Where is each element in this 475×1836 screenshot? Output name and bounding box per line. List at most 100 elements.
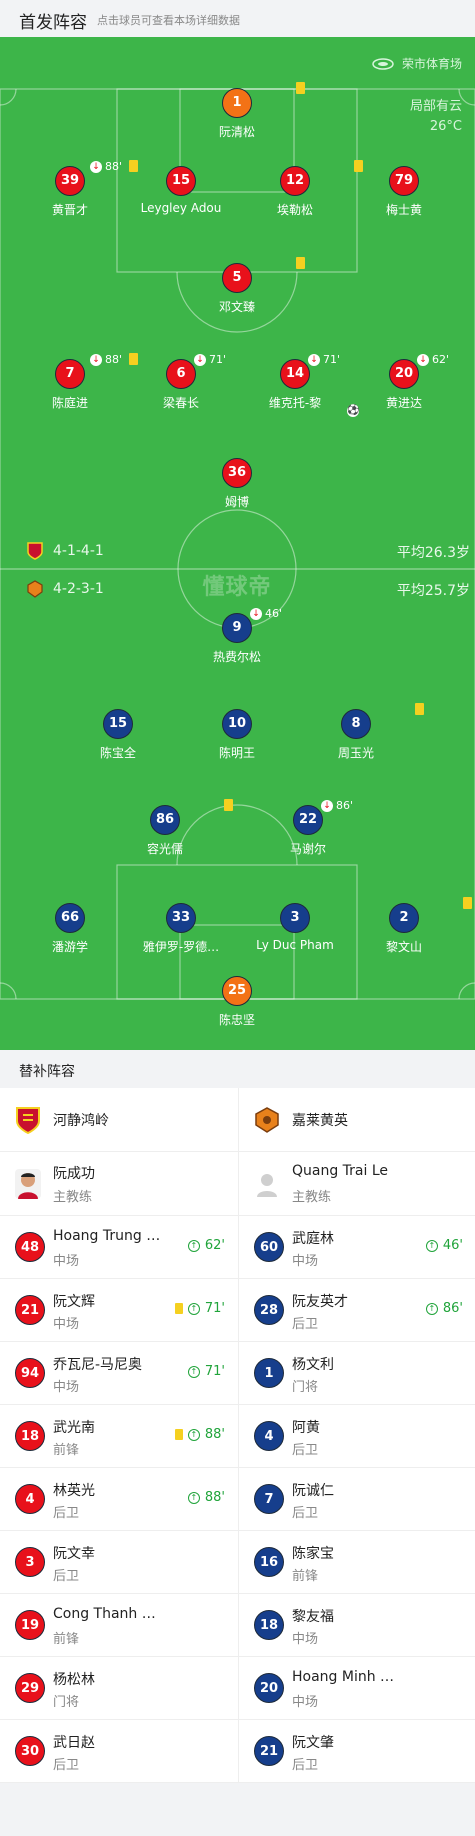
home-sub-player[interactable]: 48 Hoang Trung … 中场 ↑ 62' <box>0 1216 237 1278</box>
player-number-badge: 12 <box>280 166 310 196</box>
away-coach-role: 主教练 <box>292 1190 332 1205</box>
away-coach-name: Quang Trai Le <box>292 1163 389 1179</box>
pitch-player[interactable]: 39 ↓ 88' 黄晋才 <box>10 160 138 218</box>
sub-off-minute: 71' <box>323 353 341 366</box>
away-sub-player[interactable]: 20 Hoang Minh … 中场 <box>238 1657 475 1719</box>
pitch-player[interactable]: 1 阮清松 <box>177 82 305 140</box>
home-sub-player[interactable]: 30 武日赵 后卫 <box>0 1720 237 1782</box>
sub-player-name: 陈家宝 <box>292 1546 334 1562</box>
away-sub-player[interactable]: 1 杨文利 门将 <box>238 1342 475 1404</box>
sub-on-minute: 88' <box>204 1427 225 1442</box>
pitch-player[interactable]: 86 容光儒 <box>105 799 233 857</box>
sub-off-indicator: ↓ 62' <box>417 353 449 366</box>
away-sub-player[interactable]: 60 武庭林 中场 ↑ 46' <box>238 1216 475 1278</box>
player-name: 埃勒松 <box>276 203 313 217</box>
player-number-badge: 25 <box>222 976 252 1006</box>
sub-number-badge: 20 <box>254 1673 284 1703</box>
sub-player-position: 门将 <box>292 1380 319 1395</box>
player-number-badge: 39 <box>55 166 85 196</box>
home-sub-player[interactable]: 94 乔瓦尼-马尼奥 中场 ↑ 71' <box>0 1342 237 1404</box>
sub-player-position: 前锋 <box>292 1569 319 1584</box>
pitch-player[interactable]: 36 姆博 <box>177 458 297 510</box>
pitch-player[interactable]: 66 潘游学 <box>10 903 130 955</box>
sub-on-icon: ↑ <box>187 1302 200 1315</box>
pitch-player[interactable]: 33 雅伊罗-罗德… <box>121 903 241 955</box>
sub-on-minute: 71' <box>204 1364 225 1379</box>
home-sub-player[interactable]: 4 林英光 后卫 ↑ 88' <box>0 1468 237 1530</box>
pitch-player[interactable]: 9 ↓ 46' 热费尔松 <box>177 607 297 665</box>
player-name: 黄进达 <box>385 396 422 410</box>
away-sub-player[interactable]: 28 阮友英才 后卫 ↑ 86' <box>238 1279 475 1341</box>
home-sub-player[interactable]: 18 武光南 前锋 ↑ 88' <box>0 1405 237 1467</box>
sub-player-name: 阮文幸 <box>53 1546 95 1562</box>
player-number-badge: 15 <box>103 709 133 739</box>
sub-player-position: 前锋 <box>53 1443 80 1458</box>
away-sub-player[interactable]: 18 黎友福 中场 <box>238 1594 475 1656</box>
away-sub-player[interactable]: 16 陈家宝 前锋 <box>238 1531 475 1593</box>
subs-row: 18 武光南 前锋 ↑ 88' 4 阿黄 后卫 <box>0 1405 475 1468</box>
pitch-player[interactable]: 5 邓文臻 <box>177 257 305 315</box>
pitch-player[interactable]: 10 陈明王 <box>177 709 297 761</box>
sub-on-icon: ↑ <box>425 1302 438 1315</box>
player-name: 马谢尔 <box>289 842 326 856</box>
home-team-cell[interactable]: 河静鸿岭 <box>0 1088 237 1151</box>
pitch-player[interactable]: 15 陈宝全 <box>58 709 178 761</box>
sub-events: ↑ 46' <box>425 1238 463 1253</box>
pitch-player[interactable]: 15 Leygley Adou <box>121 166 241 215</box>
away-sub-player[interactable]: 21 阮文肇 后卫 <box>238 1720 475 1782</box>
subs-row: 94 乔瓦尼-马尼奥 中场 ↑ 71' 1 杨文利 门将 <box>0 1342 475 1405</box>
away-sub-player[interactable]: 7 阮诚仁 后卫 <box>238 1468 475 1530</box>
away-team-cell[interactable]: 嘉莱黄英 <box>238 1088 475 1151</box>
home-avg-age: 平均26.3岁 <box>396 545 470 561</box>
home-sub-player[interactable]: 29 杨松林 门将 <box>0 1657 237 1719</box>
player-name: 陈明王 <box>218 746 255 760</box>
sub-player-name: 乔瓦尼-马尼奥 <box>53 1357 143 1373</box>
sub-number-badge: 21 <box>254 1736 284 1766</box>
home-sub-player[interactable]: 21 阮文辉 中场 ↑ 71' <box>0 1279 237 1341</box>
away-formation-text: 4-2-3-1 <box>53 581 104 597</box>
sub-number-badge: 7 <box>254 1484 284 1514</box>
subs-row: 19 Cong Thanh … 前锋 18 黎友福 中场 <box>0 1594 475 1657</box>
yellow-card-icon <box>174 1303 183 1314</box>
pitch-player[interactable]: 12 埃勒松 <box>235 160 363 218</box>
sub-player-name: 阮文辉 <box>53 1294 95 1310</box>
pitch-player[interactable]: 7 ↓ 88' 陈庭进 <box>10 353 138 411</box>
sub-off-icon: ↓ <box>417 353 429 366</box>
sub-number-badge: 30 <box>15 1736 45 1766</box>
away-sub-player[interactable]: 4 阿黄 后卫 <box>238 1405 475 1467</box>
player-name: 黄晋才 <box>51 203 88 217</box>
home-sub-player[interactable]: 19 Cong Thanh … 前锋 <box>0 1594 237 1656</box>
pitch-player[interactable]: 14 ⚽ ↓ 71' 维克托-黎 <box>235 353 359 417</box>
sub-player-position: 后卫 <box>292 1506 319 1521</box>
bottom-spacer <box>0 1786 475 1836</box>
sub-number-badge: 94 <box>15 1358 45 1388</box>
pitch-player[interactable]: 2 黎文山 <box>344 897 472 955</box>
lineup-subtitle: 点击球员可查看本场详细数据 <box>97 14 240 27</box>
pitch-player[interactable]: 20 ↓ 62' 黄进达 <box>344 353 464 411</box>
sub-player-name: Hoang Minh … <box>292 1669 395 1685</box>
pitch-player[interactable]: 79 梅士黄 <box>344 166 464 218</box>
stadium-icon <box>372 57 394 70</box>
sub-player-position: 后卫 <box>53 1758 80 1773</box>
pitch-player[interactable]: 25 陈忠坚 <box>177 976 297 1028</box>
pitch-player[interactable]: 6 ↓ 71' 梁春长 <box>121 353 241 411</box>
sub-number-badge: 28 <box>254 1295 284 1325</box>
sub-off-icon: ↓ <box>308 353 320 366</box>
player-name: 容光儒 <box>146 842 183 856</box>
pitch-player[interactable]: 3 Ly Duc Pham <box>235 903 355 952</box>
sub-events: ↑ 88' <box>174 1427 225 1442</box>
home-coach-cell[interactable]: 阮成功 主教练 <box>0 1152 237 1215</box>
player-number-badge: 10 <box>222 709 252 739</box>
pitch-player[interactable]: 22 ↓ 86' 马谢尔 <box>248 799 368 857</box>
pitch-player[interactable]: 8 周玉光 <box>296 703 424 761</box>
home-sub-player[interactable]: 3 阮文幸 后卫 <box>0 1531 237 1593</box>
player-number-badge: 86 <box>150 805 180 835</box>
sub-on-icon: ↑ <box>187 1491 200 1504</box>
player-name: 黎文山 <box>385 940 422 954</box>
sub-player-position: 后卫 <box>292 1317 319 1332</box>
away-coach-cell[interactable]: Quang Trai Le 主教练 <box>238 1152 475 1215</box>
pitch: 荣市体育场 局部有云 26°C 懂球帝 4-1-4-1 平均26.3岁 4-2-… <box>0 37 475 1050</box>
sub-on-minute: 88' <box>204 1490 225 1505</box>
player-name: 热费尔松 <box>212 650 261 664</box>
sub-player-name: Cong Thanh … <box>53 1606 156 1622</box>
